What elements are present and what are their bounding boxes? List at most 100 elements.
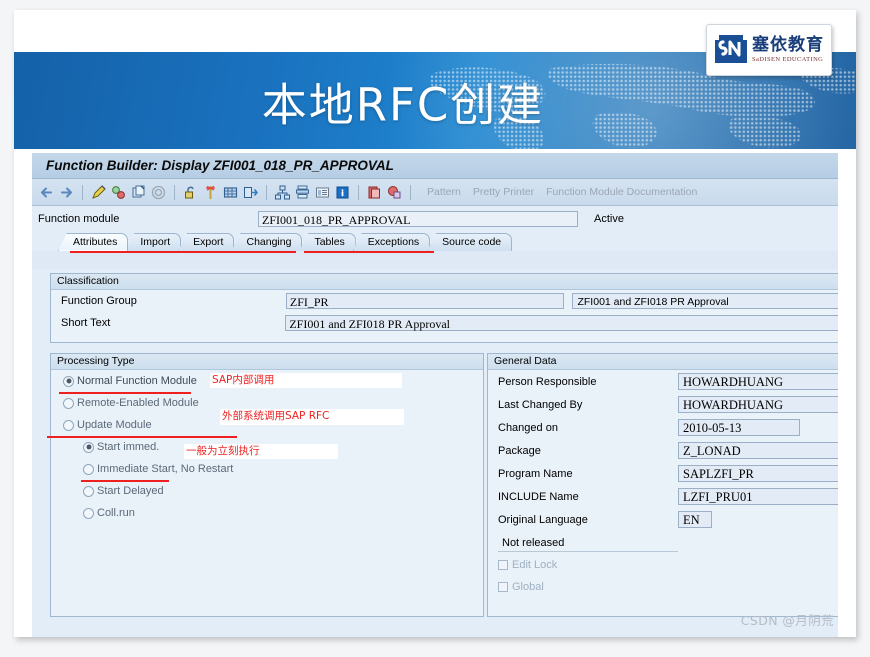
radio-label: Start Delayed <box>97 485 164 497</box>
attributes-tab-content: Classification Function Group ZFI_PR ZFI… <box>32 269 838 637</box>
annotation-sap-internal-call: SAP内部调用 <box>210 373 402 388</box>
radio-immediate-start-no-restart[interactable]: Immediate Start, No Restart <box>51 458 483 480</box>
radio-start-delayed[interactable]: Start Delayed <box>51 480 483 502</box>
general-data-row: Person Responsible HOWARDHUANG <box>488 370 838 393</box>
radio-button[interactable] <box>83 463 94 475</box>
processing-type-group: Processing Type Normal Function Module R… <box>47 353 484 617</box>
annotation-underline-remote-enabled-module <box>47 436 237 438</box>
checkbox-label: Global <box>512 581 544 593</box>
sap-toolbar: Pattern Pretty Printer Function Module D… <box>32 179 838 206</box>
function-module-label: Function module <box>38 213 120 225</box>
radio-button[interactable] <box>63 397 74 409</box>
forward-arrow-icon[interactable] <box>58 184 75 201</box>
radio-button[interactable] <box>83 441 94 453</box>
general-data-row: Program Name SAPLZFI_PR <box>488 462 838 485</box>
tab-import[interactable]: Import <box>125 233 182 251</box>
function-group-description: ZFI001 and ZFI018 PR Approval <box>572 293 838 309</box>
list-icon[interactable] <box>314 184 331 201</box>
classification-title: Classification <box>51 274 838 290</box>
last-changed-by-value: HOWARDHUANG <box>678 396 838 413</box>
release-status-text: Not released <box>502 536 565 549</box>
tab-changing[interactable]: Changing <box>231 233 303 251</box>
radio-button[interactable] <box>83 485 94 497</box>
include-name-value: LZFI_PRU01 <box>678 488 838 505</box>
radio-label: Remote-Enabled Module <box>77 397 199 409</box>
processing-type-title: Processing Type <box>51 354 483 370</box>
annotation-underline-start-immed <box>81 480 169 482</box>
package-label: Package <box>498 444 541 457</box>
radio-button[interactable] <box>83 507 94 519</box>
general-data-row: INCLUDE Name LZFI_PRU01 <box>488 485 838 508</box>
function-group-label: Function Group <box>61 295 137 307</box>
last-changed-by-label: Last Changed By <box>498 398 583 411</box>
checkbox-edit-lock[interactable]: Edit Lock <box>488 554 838 576</box>
radio-button[interactable] <box>63 375 74 387</box>
navigate-icon[interactable] <box>242 184 259 201</box>
activate-icon[interactable] <box>110 184 127 201</box>
function-module-row: Function module ZFI001_018_PR_APPROVAL A… <box>32 206 838 232</box>
radio-coll-run[interactable]: Coll.run <box>51 502 483 524</box>
company-logo: 塞依教育 SaDISEN EDUCATING <box>706 24 832 76</box>
annotation-underline-tabs-right <box>304 251 434 253</box>
toolbar-separator <box>410 184 411 200</box>
function-module-input[interactable]: ZFI001_018_PR_APPROVAL <box>258 211 578 227</box>
object-list-icon[interactable] <box>386 184 403 201</box>
test-icon[interactable] <box>202 184 219 201</box>
stack-icon[interactable] <box>294 184 311 201</box>
tab-source-code[interactable]: Source code <box>427 233 513 251</box>
short-text-row: Short Text ZFI001 and ZFI018 PR Approval <box>51 312 838 334</box>
presentation-slide: 塞依教育 SaDISEN EDUCATING 本地RFC创建 Function … <box>14 10 856 637</box>
radio-button[interactable] <box>63 419 74 431</box>
general-data-group: General Data Person Responsible HOWARDHU… <box>487 353 838 617</box>
unlock-icon[interactable] <box>182 184 199 201</box>
tab-attributes[interactable]: Attributes <box>58 233 129 251</box>
checkbox-global[interactable]: Global <box>488 576 838 598</box>
radio-label: Start immed. <box>97 441 160 453</box>
general-data-row: Last Changed By HOWARDHUANG <box>488 393 838 416</box>
package-value: Z_LONAD <box>678 442 838 459</box>
radio-label: Normal Function Module <box>77 375 197 387</box>
checkbox-box[interactable] <box>498 560 508 570</box>
toolbar-separator <box>266 184 267 200</box>
pattern-button[interactable]: Pattern <box>427 186 461 198</box>
classification-group: Classification Function Group ZFI_PR ZFI… <box>50 273 838 343</box>
general-data-row: Package Z_LONAD <box>488 439 838 462</box>
where-used-icon[interactable] <box>150 184 167 201</box>
hierarchy-icon[interactable] <box>274 184 291 201</box>
program-name-value: SAPLZFI_PR <box>678 465 838 482</box>
short-text-input[interactable]: ZFI001 and ZFI018 PR Approval <box>285 315 838 331</box>
person-responsible-label: Person Responsible <box>498 375 597 388</box>
function-module-documentation-button[interactable]: Function Module Documentation <box>546 186 697 198</box>
pencil-display-change-icon[interactable] <box>90 184 107 201</box>
general-data-row: Original Language EN <box>488 508 838 531</box>
annotation-usually-immediate: 一般为立刻执行 <box>184 444 338 459</box>
sap-window-title: Function Builder: Display ZFI001_018_PR_… <box>32 153 838 179</box>
radio-label: Coll.run <box>97 507 135 519</box>
back-arrow-icon[interactable] <box>38 184 55 201</box>
toolbar-separator <box>358 184 359 200</box>
release-status-row: Not released <box>488 531 838 554</box>
general-data-row: Changed on 2010-05-13 <box>488 416 838 439</box>
toolbar-separator <box>82 184 83 200</box>
function-module-status: Active <box>594 213 624 225</box>
person-responsible-value: HOWARDHUANG <box>678 373 838 390</box>
toolbar-separator <box>174 184 175 200</box>
tab-export[interactable]: Export <box>178 233 235 251</box>
include-name-label: INCLUDE Name <box>498 490 579 503</box>
copy-icon[interactable] <box>130 184 147 201</box>
pretty-printer-button[interactable]: Pretty Printer <box>473 186 534 198</box>
function-group-row: Function Group ZFI_PR ZFI001 and ZFI018 … <box>51 290 838 312</box>
program-name-label: Program Name <box>498 467 573 480</box>
sap-gui-window: Function Builder: Display ZFI001_018_PR_… <box>32 153 838 637</box>
checkbox-box[interactable] <box>498 582 508 592</box>
logo-chinese-name: 塞依教育 <box>752 34 824 55</box>
slide-right-margin <box>838 153 856 637</box>
tab-exceptions[interactable]: Exceptions <box>352 233 431 251</box>
tab-tables[interactable]: Tables <box>299 233 356 251</box>
original-language-value[interactable]: EN <box>678 511 712 528</box>
logo-english-name: SaDISEN EDUCATING <box>752 55 824 63</box>
clipboard-icon[interactable] <box>366 184 383 201</box>
debug-icon[interactable] <box>222 184 239 201</box>
info-icon[interactable] <box>334 184 351 201</box>
function-group-input[interactable]: ZFI_PR <box>285 293 565 309</box>
